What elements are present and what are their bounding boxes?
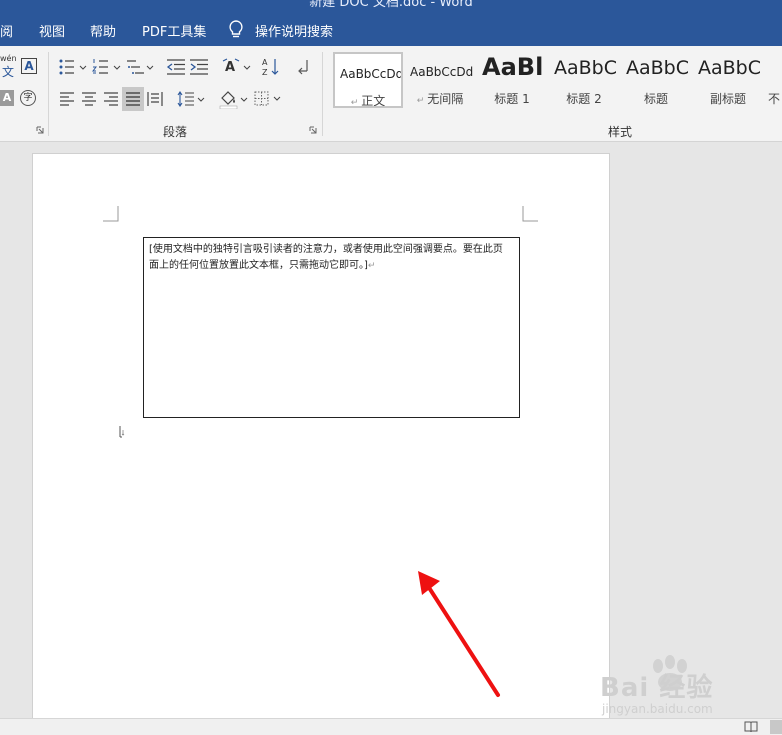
- style-subtitle[interactable]: AaBbC 副标题: [693, 52, 763, 108]
- ribbon-separator: [48, 52, 49, 136]
- text-box-content[interactable]: [使用文档中的独特引言吸引读者的注意力，或者使用此空间强调要点。要在此页面上的任…: [149, 242, 511, 274]
- menu-review[interactable]: 阅: [0, 21, 13, 40]
- sort-icon[interactable]: A Z: [262, 57, 280, 77]
- style-more[interactable]: 不: [765, 52, 782, 108]
- margin-corner-top-left: [103, 206, 119, 222]
- numbering-icon[interactable]: [92, 59, 122, 75]
- svg-text:A: A: [225, 60, 235, 75]
- borders-icon[interactable]: [253, 90, 283, 108]
- phonetic-char: 文: [2, 65, 15, 79]
- svg-text:Z: Z: [262, 68, 268, 77]
- menu-help[interactable]: 帮助: [90, 21, 116, 40]
- style-name: 不: [768, 92, 781, 106]
- enclose-characters-button[interactable]: 字: [20, 90, 36, 106]
- style-name: 标题 2: [566, 92, 602, 106]
- paragraph-dialog-launcher-icon[interactable]: [309, 126, 317, 134]
- styles-gallery: AaBbCcDd ↵ 正文 AaBbCcDd ↵ 无间隔 AaBl 标题 1 A…: [330, 52, 782, 112]
- margin-corner-top-right: [522, 206, 538, 222]
- style-name: 标题: [643, 92, 668, 106]
- menu-pdf-tools[interactable]: PDF工具集: [142, 21, 206, 40]
- decrease-indent-icon[interactable]: [166, 59, 186, 75]
- phonetic-pinyin: wén: [0, 54, 17, 63]
- align-left-icon[interactable]: [59, 91, 75, 107]
- text-cursor-paragraph-mark: [119, 426, 125, 438]
- text-box[interactable]: [使用文档中的独特引言吸引读者的注意力，或者使用此空间强调要点。要在此页面上的任…: [143, 237, 520, 418]
- multilevel-list-icon[interactable]: [126, 59, 154, 75]
- justify-button-selected[interactable]: [122, 87, 144, 111]
- style-heading-1[interactable]: AaBl 标题 1: [477, 52, 547, 108]
- style-name: 标题 1: [494, 92, 530, 106]
- ribbon-separator: [322, 52, 323, 136]
- style-normal[interactable]: AaBbCcDd ↵ 正文: [333, 52, 403, 108]
- style-heading-2[interactable]: AaBbC 标题 2: [549, 52, 619, 108]
- style-no-spacing[interactable]: AaBbCcDd ↵ 无间隔: [405, 52, 475, 108]
- character-border-button[interactable]: A: [21, 58, 37, 74]
- style-sample: AaBbC: [626, 57, 690, 79]
- increase-indent-icon[interactable]: [189, 59, 209, 75]
- justify-icon: [126, 92, 140, 106]
- title-bar: 新建 DOC 文档.doc - Word 阅 视图 帮助 PDF工具集 操作说明…: [0, 0, 782, 46]
- line-spacing-icon[interactable]: [177, 90, 207, 108]
- red-arrow-annotation: [418, 571, 500, 697]
- style-name: ↵ 无间隔: [416, 92, 464, 106]
- paragraph-group-label: 段落: [163, 125, 188, 139]
- status-bar: [0, 718, 782, 735]
- watermark-text: Bai 经验: [600, 673, 714, 703]
- distributed-align-icon[interactable]: [147, 91, 163, 107]
- style-sample: AaBbC: [554, 57, 618, 79]
- character-shading-button[interactable]: A: [0, 90, 14, 106]
- style-name: 副标题: [709, 92, 746, 106]
- align-right-icon[interactable]: [103, 91, 119, 107]
- phonetic-guide-button[interactable]: wén 文: [0, 54, 17, 79]
- ribbon: wén 文 A A 字 A A Z 段落 AaBbCcDd ↵ 正文 AaBbC…: [0, 46, 782, 142]
- style-name: ↵ 正文: [350, 94, 386, 108]
- print-layout-icon[interactable]: [770, 720, 782, 734]
- paragraph-mark: ↵: [367, 261, 376, 271]
- bullets-icon[interactable]: [58, 59, 88, 75]
- asian-layout-icon[interactable]: A: [222, 58, 252, 76]
- style-sample: AaBbC: [698, 57, 762, 79]
- style-sample: AaBbCcDd: [340, 67, 401, 81]
- shading-paint-bucket-icon[interactable]: [219, 89, 249, 109]
- read-mode-icon[interactable]: [744, 721, 758, 733]
- svg-text:A: A: [262, 58, 268, 67]
- style-title[interactable]: AaBbC 标题: [621, 52, 691, 108]
- menu-tell-me-search[interactable]: 操作说明搜索: [255, 21, 333, 40]
- show-formatting-marks-icon[interactable]: [296, 59, 310, 75]
- align-center-icon[interactable]: [81, 91, 97, 107]
- document-page[interactable]: [使用文档中的独特引言吸引读者的注意力，或者使用此空间强调要点。要在此页面上的任…: [32, 153, 610, 725]
- document-area[interactable]: [使用文档中的独特引言吸引读者的注意力，或者使用此空间强调要点。要在此页面上的任…: [0, 142, 782, 725]
- style-sample: AaBbCcDd: [410, 65, 474, 79]
- styles-group-label: 样式: [608, 125, 633, 139]
- font-dialog-launcher-icon[interactable]: [36, 126, 44, 134]
- lightbulb-icon[interactable]: [228, 20, 244, 38]
- window-title: 新建 DOC 文档.doc - Word: [309, 0, 473, 10]
- menu-view[interactable]: 视图: [39, 21, 65, 40]
- style-sample: AaBl: [482, 53, 544, 81]
- watermark-url: jingyan.baidu.com: [602, 702, 713, 716]
